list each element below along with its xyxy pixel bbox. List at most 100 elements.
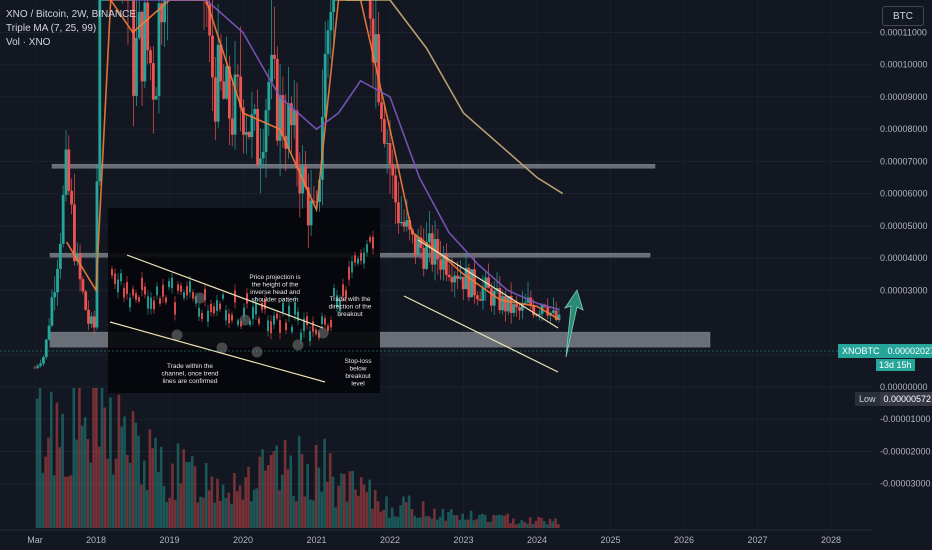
candle bbox=[42, 357, 45, 364]
volume-bar bbox=[466, 519, 470, 528]
candle bbox=[84, 291, 88, 310]
volume-bar bbox=[52, 475, 56, 528]
volume-bars bbox=[35, 388, 560, 528]
candle bbox=[515, 304, 519, 308]
legend-indicator-ma[interactable]: Triple MA (7, 25, 99) bbox=[6, 22, 136, 36]
y-axis[interactable]: 0.00011000 0.00010000 0.00009000 0.00008000… bbox=[872, 0, 932, 530]
volume-bar bbox=[534, 520, 538, 528]
volume-bar bbox=[171, 463, 174, 528]
volume-bar bbox=[199, 496, 202, 528]
candle bbox=[453, 275, 457, 283]
x-tick-label: Mar bbox=[27, 535, 43, 545]
volume-bar bbox=[557, 524, 560, 528]
volume-bar bbox=[255, 488, 259, 528]
y-tick-label: 0.00009000 bbox=[880, 92, 928, 102]
currency-button[interactable]: BTC bbox=[882, 6, 924, 26]
x-tick-label: 2026 bbox=[674, 535, 694, 545]
volume-bar bbox=[382, 509, 386, 528]
candle bbox=[456, 275, 459, 279]
price-chart[interactable]: Price projection is the height of the inve… bbox=[0, 0, 932, 550]
candle bbox=[157, 3, 161, 96]
volume-bar bbox=[109, 397, 112, 528]
volume-bar bbox=[385, 496, 388, 528]
candle bbox=[222, 81, 226, 99]
volume-bar bbox=[193, 466, 197, 528]
candle bbox=[112, 0, 116, 1]
volume-bar bbox=[475, 519, 478, 528]
volume-bar bbox=[326, 481, 329, 528]
candle bbox=[551, 310, 555, 313]
volume-bar bbox=[159, 446, 163, 528]
volume-bar bbox=[100, 388, 104, 528]
candle bbox=[244, 131, 248, 135]
volume-bar bbox=[309, 499, 312, 528]
candle bbox=[295, 110, 299, 168]
volume-bar bbox=[390, 507, 394, 528]
volume-bar bbox=[413, 515, 417, 528]
candle bbox=[58, 243, 62, 269]
volume-bar bbox=[103, 407, 107, 528]
volume-bar bbox=[72, 388, 76, 528]
volume-bar bbox=[342, 473, 346, 528]
volume-bar bbox=[128, 462, 132, 528]
candle bbox=[287, 103, 290, 149]
volume-bar bbox=[421, 501, 425, 528]
volume-bar bbox=[503, 515, 507, 528]
volume-bar bbox=[419, 517, 422, 528]
x-tick-label: 2028 bbox=[821, 535, 841, 545]
volume-bar bbox=[424, 516, 428, 528]
x-tick-label: 2025 bbox=[600, 535, 620, 545]
candle bbox=[439, 259, 443, 270]
volume-bar bbox=[238, 485, 242, 528]
volume-bar bbox=[230, 503, 233, 528]
volume-bar bbox=[435, 519, 439, 528]
volume-bar bbox=[126, 454, 129, 528]
volume-bar bbox=[455, 515, 459, 528]
legend-symbol[interactable]: XNO / Bitcoin, 2W, BINANCE bbox=[6, 8, 136, 22]
y-tick-label: 0.00011000 bbox=[880, 27, 927, 37]
legend-indicator-volume[interactable]: Vol · XNO bbox=[6, 36, 136, 50]
x-axis[interactable]: Mar 2018 2019 2020 2021 2022 2023 2024 2025 2026 2… bbox=[0, 529, 932, 550]
candle bbox=[120, 0, 124, 1]
volume-bar bbox=[61, 413, 64, 528]
volume-bar bbox=[545, 524, 549, 528]
volume-bar bbox=[537, 516, 540, 528]
volume-bar bbox=[509, 523, 512, 528]
volume-bar bbox=[247, 466, 250, 528]
resistance-zone bbox=[51, 163, 656, 169]
y-tick-label: 0.00003000 bbox=[880, 285, 928, 295]
volume-bar bbox=[514, 524, 518, 528]
volume-bar bbox=[97, 446, 101, 528]
volume-bar bbox=[219, 500, 222, 528]
candle bbox=[475, 295, 479, 300]
volume-bar bbox=[551, 521, 555, 528]
candle bbox=[216, 44, 220, 122]
volume-bar bbox=[227, 492, 231, 528]
candle bbox=[143, 2, 147, 82]
volume-bar bbox=[345, 501, 349, 528]
candle bbox=[154, 95, 158, 100]
volume-bar bbox=[483, 514, 487, 528]
candle bbox=[428, 233, 431, 243]
candle bbox=[273, 54, 276, 59]
volume-bar bbox=[275, 445, 278, 528]
volume-bar bbox=[213, 502, 216, 528]
candle bbox=[253, 108, 257, 115]
volume-bar bbox=[151, 448, 155, 528]
volume-bar bbox=[221, 484, 225, 528]
x-tick-label: 2027 bbox=[747, 535, 767, 545]
volume-bar bbox=[489, 521, 493, 528]
volume-bar bbox=[38, 388, 42, 528]
volume-bar bbox=[95, 388, 98, 528]
candle bbox=[39, 363, 43, 366]
candle bbox=[326, 30, 330, 54]
y-tick-label: 0.00008000 bbox=[880, 124, 928, 134]
candle bbox=[436, 239, 440, 260]
volume-bar bbox=[357, 495, 360, 528]
volume-bar bbox=[179, 483, 183, 528]
volume-bar bbox=[461, 513, 464, 528]
candle bbox=[256, 108, 259, 166]
volume-bar bbox=[281, 474, 284, 528]
volume-bar bbox=[323, 438, 326, 528]
volume-bar bbox=[41, 472, 45, 528]
